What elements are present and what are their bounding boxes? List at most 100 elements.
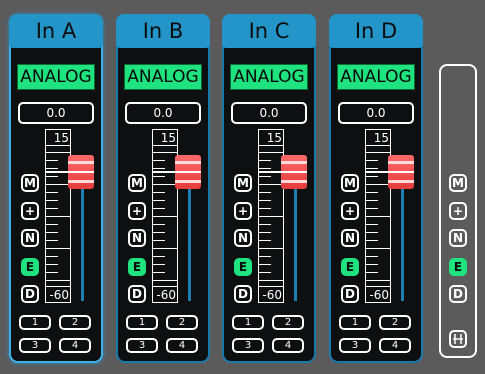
knob-center-line xyxy=(281,171,307,173)
fader-knob[interactable] xyxy=(68,155,94,189)
channel-name[interactable]: In A xyxy=(9,14,103,48)
e-button[interactable]: E xyxy=(234,258,252,276)
d-button[interactable]: D xyxy=(234,285,252,303)
scale-tick xyxy=(259,248,283,249)
scale-tick xyxy=(153,168,165,169)
scale-tick xyxy=(46,160,58,161)
d-button[interactable]: D xyxy=(21,285,39,303)
e-button[interactable]: E xyxy=(128,258,146,276)
level-meter xyxy=(294,181,297,301)
gain-value-field[interactable]: 0.0 xyxy=(338,102,414,124)
route-2-button[interactable]: 2 xyxy=(166,315,198,330)
gain-value-field[interactable]: 0.0 xyxy=(231,102,307,124)
route-4-button[interactable]: 4 xyxy=(166,338,198,353)
scale-tick xyxy=(46,272,58,273)
channel-name[interactable]: In C xyxy=(222,14,316,48)
gain-value-field[interactable]: 0.0 xyxy=(18,102,94,124)
route-1-button[interactable]: 1 xyxy=(339,315,371,330)
master-d-button[interactable]: D xyxy=(449,285,467,303)
source-button[interactable]: ANALOG xyxy=(124,64,202,90)
route-4-button[interactable]: 4 xyxy=(272,338,304,353)
mute-button[interactable]: M xyxy=(234,174,252,192)
knob-stripe xyxy=(175,180,201,183)
link-channels-icon[interactable] xyxy=(449,330,467,348)
e-button[interactable]: E xyxy=(341,258,359,276)
n-button[interactable]: N xyxy=(234,229,252,247)
scale-tick xyxy=(259,224,271,225)
scale-max-label: 15 xyxy=(45,129,71,146)
mute-button[interactable]: M xyxy=(21,174,39,192)
route-2-button[interactable]: 2 xyxy=(59,315,91,330)
scale-tick xyxy=(259,200,271,201)
fader-knob[interactable] xyxy=(175,155,201,189)
mute-button[interactable]: M xyxy=(128,174,146,192)
route-1-button[interactable]: 1 xyxy=(232,315,264,330)
scale-max-label: 15 xyxy=(152,129,178,146)
knob-stripe xyxy=(281,180,307,183)
scale-tick xyxy=(366,280,390,281)
channel-strip[interactable]: In A ANALOG 0.0 15 -60 M + N E D 1 2 3 4 xyxy=(9,14,103,363)
scale-tick xyxy=(366,256,378,257)
channel-strip[interactable]: In D ANALOG 0.0 15 -60 M + N E D 1 2 3 4 xyxy=(329,14,423,363)
route-3-button[interactable]: 3 xyxy=(126,338,158,353)
n-button[interactable]: N xyxy=(21,229,39,247)
gain-value-field[interactable]: 0.0 xyxy=(125,102,201,124)
scale-max-label: 15 xyxy=(365,129,391,146)
scale-tick xyxy=(366,240,378,241)
scale-tick xyxy=(259,176,271,177)
channel-name[interactable]: In B xyxy=(116,14,210,48)
plus-button[interactable]: + xyxy=(128,202,146,220)
knob-center-line xyxy=(68,171,94,173)
scale-tick xyxy=(366,152,390,153)
scale-tick xyxy=(46,152,70,153)
scale-tick xyxy=(153,280,177,281)
d-button[interactable]: D xyxy=(341,285,359,303)
source-button[interactable]: ANALOG xyxy=(17,64,95,90)
route-4-button[interactable]: 4 xyxy=(379,338,411,353)
level-meter xyxy=(81,181,84,301)
route-1-button[interactable]: 1 xyxy=(19,315,51,330)
d-button[interactable]: D xyxy=(128,285,146,303)
fader-knob[interactable] xyxy=(388,155,414,189)
channel-strip[interactable]: In B ANALOG 0.0 15 -60 M + N E D 1 2 3 4 xyxy=(116,14,210,363)
e-button[interactable]: E xyxy=(21,258,39,276)
scale-tick xyxy=(46,208,58,209)
plus-button[interactable]: + xyxy=(341,202,359,220)
master-mute-button[interactable]: M xyxy=(449,174,467,192)
knob-stripe xyxy=(388,161,414,164)
scale-tick xyxy=(366,168,378,169)
mute-button[interactable]: M xyxy=(341,174,359,192)
scale-tick xyxy=(153,152,177,153)
scale-tick xyxy=(259,192,271,193)
n-button[interactable]: N xyxy=(128,229,146,247)
route-3-button[interactable]: 3 xyxy=(232,338,264,353)
scale-min-label: -60 xyxy=(152,286,178,303)
scale-tick xyxy=(46,192,58,193)
route-3-button[interactable]: 3 xyxy=(339,338,371,353)
scale-tick xyxy=(153,272,165,273)
knob-stripe xyxy=(388,180,414,183)
plus-button[interactable]: + xyxy=(21,202,39,220)
plus-button[interactable]: + xyxy=(234,202,252,220)
master-n-button[interactable]: N xyxy=(449,229,467,247)
source-button[interactable]: ANALOG xyxy=(337,64,415,90)
scale-tick xyxy=(153,256,165,257)
channel-name[interactable]: In D xyxy=(329,14,423,48)
scale-tick xyxy=(153,224,165,225)
scale-tick xyxy=(46,280,70,281)
knob-stripe xyxy=(175,161,201,164)
route-2-button[interactable]: 2 xyxy=(379,315,411,330)
route-4-button[interactable]: 4 xyxy=(59,338,91,353)
fader-knob[interactable] xyxy=(281,155,307,189)
route-2-button[interactable]: 2 xyxy=(272,315,304,330)
scale-tick xyxy=(259,240,271,241)
route-3-button[interactable]: 3 xyxy=(19,338,51,353)
level-meter xyxy=(401,181,404,301)
channel-strip[interactable]: In C ANALOG 0.0 15 -60 M + N E D 1 2 3 4 xyxy=(222,14,316,363)
master-e-button[interactable]: E xyxy=(449,258,467,276)
route-1-button[interactable]: 1 xyxy=(126,315,158,330)
master-plus-button[interactable]: + xyxy=(449,202,467,220)
source-button[interactable]: ANALOG xyxy=(230,64,308,90)
scale-tick xyxy=(366,192,378,193)
n-button[interactable]: N xyxy=(341,229,359,247)
